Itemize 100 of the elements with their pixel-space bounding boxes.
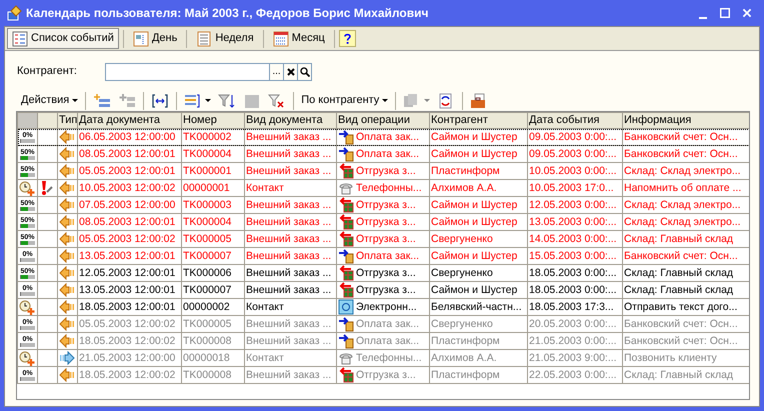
table-cell: Телефонны... [356, 182, 422, 194]
column-header[interactable]: Номер [182, 112, 244, 128]
progress-meter [20, 156, 35, 160]
column-header[interactable]: Дата события [528, 112, 622, 128]
progress-meter [20, 224, 35, 228]
table-cell: Отгрузка з... [356, 368, 416, 382]
table-cell: Оплата зак... [356, 334, 420, 348]
table-cell: Свергуненко [430, 264, 528, 282]
table-cell: TK000005 [182, 316, 244, 332]
maximize-icon [720, 6, 730, 20]
table-cell: 18.05.2003 12:00:01 [78, 298, 182, 316]
caret-icon [424, 99, 430, 103]
table-cell: Пластинформ [430, 162, 528, 180]
table-cell: 10.05.2003 17:0... [528, 180, 622, 196]
close-icon [286, 68, 294, 76]
table-cell: 18.05.2003 0:00:... [528, 264, 622, 282]
progress-meter [20, 138, 35, 142]
table-cell: Внешний заказ ... [244, 316, 336, 332]
table-cell: Оплата зак... [356, 250, 420, 262]
table-cell: Внешний заказ ... [244, 248, 336, 264]
help-icon [342, 33, 352, 44]
table-cell: 05.05.2003 12:00:02 [78, 230, 182, 248]
table-cell: 05.05.2003 12:00:01 [78, 162, 182, 180]
column-header[interactable]: Вид документа [244, 112, 336, 128]
table-cell: Алхимов А.А. [430, 350, 528, 366]
table-cell: TK000007 [182, 282, 244, 298]
view-tab[interactable]: Неделя [191, 28, 259, 49]
table-cell: Телефонны... [356, 352, 422, 364]
table-cell: Пластинформ [430, 366, 528, 384]
table-cell: 09.05.2003 0:00:... [528, 146, 622, 162]
table-cell: Отгрузка з... [356, 232, 416, 246]
table-cell: Контакт [244, 350, 336, 366]
column-header[interactable]: Дата документа [78, 112, 182, 128]
table-cell: TK000003 [182, 196, 244, 214]
calendar-icon [272, 30, 289, 46]
disabled-square-icon [243, 93, 262, 109]
table-cell: 08.05.2003 12:00:01 [78, 214, 182, 230]
table-cell: Саймон и Шустер [430, 146, 528, 162]
table-cell: 18.05.2003 0:00:... [528, 282, 622, 298]
table-cell: Внешний заказ ... [244, 214, 336, 230]
table-cell: Оплата зак... [356, 318, 420, 330]
table-cell: Саймон и Шустер [430, 282, 528, 298]
table-cell: TK000005 [182, 230, 244, 248]
table-cell: Пластинформ [430, 332, 528, 350]
progress-meter [20, 206, 35, 210]
actions-menu[interactable]: Действия [19, 94, 80, 108]
table-cell: 15.05.2003 0:00:... [528, 248, 622, 264]
column-header[interactable]: Вид операции [336, 112, 430, 128]
table-cell: Электронн... [356, 300, 417, 314]
table-cell: 13.05.2003 12:00:01 [78, 248, 182, 264]
counterparty-field[interactable] [105, 63, 270, 81]
list-icon [12, 30, 28, 46]
progress-meter [20, 258, 35, 262]
table-cell: TK000001 [182, 162, 244, 180]
help-button[interactable] [338, 30, 356, 47]
search-button[interactable] [298, 63, 312, 81]
table-cell: Свергуненко [430, 316, 528, 332]
group-menu[interactable]: По контрагенту [299, 94, 390, 108]
clear-button[interactable] [284, 63, 298, 81]
table-cell: 10.05.2003 0:00:... [528, 162, 622, 180]
table-row[interactable]: 21.05.2003 12:00:00 00000018 Контакт Телефонны... Алхимов А.А. 21.05.2003 9:00:... Позвонить клиенту [18, 350, 749, 366]
table-row[interactable]: 18.05.2003 12:00:01 00000002 Контакт Электронн... Белявский-частн... 18.05.2003 17:3... Отправить текст дого... [18, 298, 749, 316]
progress-meter [20, 274, 35, 278]
table-cell: Белявский-частн... [430, 298, 528, 316]
caret-icon [72, 99, 78, 103]
table-cell: 00000002 [182, 298, 244, 316]
table-cell: 00000018 [182, 350, 244, 366]
table-row[interactable]: 10.05.2003 12:00:02 00000001 Контакт Телефонны... Алхимов А.А. 10.05.2003 17:0... Напомнить об оплате ... [18, 180, 749, 196]
table-cell: TK000006 [182, 264, 244, 282]
table-cell: Саймон и Шустер [430, 248, 528, 264]
app-icon [6, 5, 22, 21]
view-tab[interactable]: Список событий [7, 28, 119, 49]
table-cell: Свергуненко [430, 230, 528, 248]
view-tab[interactable]: Месяц [268, 28, 330, 49]
table-cell: 21.05.2003 9:00:... [528, 350, 622, 366]
table-cell: 21.05.2003 12:00:00 [78, 350, 182, 366]
table-cell: Внешний заказ ... [244, 332, 336, 350]
search-icon [300, 67, 310, 77]
column-header[interactable]: Контрагент [430, 112, 528, 128]
filter-sort-icon [218, 93, 236, 109]
table-cell: 09.05.2003 0:00:... [528, 128, 622, 146]
table-cell: Внешний заказ ... [244, 282, 336, 298]
progress-meter [20, 326, 35, 330]
add-item-icon [93, 93, 112, 109]
table-cell: Внешний заказ ... [244, 146, 336, 162]
table-cell: 13.05.2003 0:00:... [528, 214, 622, 230]
minimize-icon [699, 16, 707, 18]
table-cell: TK000007 [182, 248, 244, 264]
toolbar-button[interactable] [182, 93, 214, 109]
column-header[interactable]: Информация [622, 112, 749, 128]
table-cell: Внешний заказ ... [244, 230, 336, 248]
column-header[interactable]: Тип [58, 112, 78, 128]
table-cell: 12.05.2003 12:00:01 [78, 264, 182, 282]
expand-icon [151, 93, 170, 109]
view-tab[interactable]: День [128, 28, 182, 49]
table-cell: 06.05.2003 12:00:00 [78, 128, 182, 146]
table-cell: Алхимов А.А. [430, 180, 528, 196]
day-icon [132, 30, 149, 46]
select-button[interactable]: ... [270, 63, 284, 81]
table-cell: 18.05.2003 17:3... [528, 298, 622, 316]
